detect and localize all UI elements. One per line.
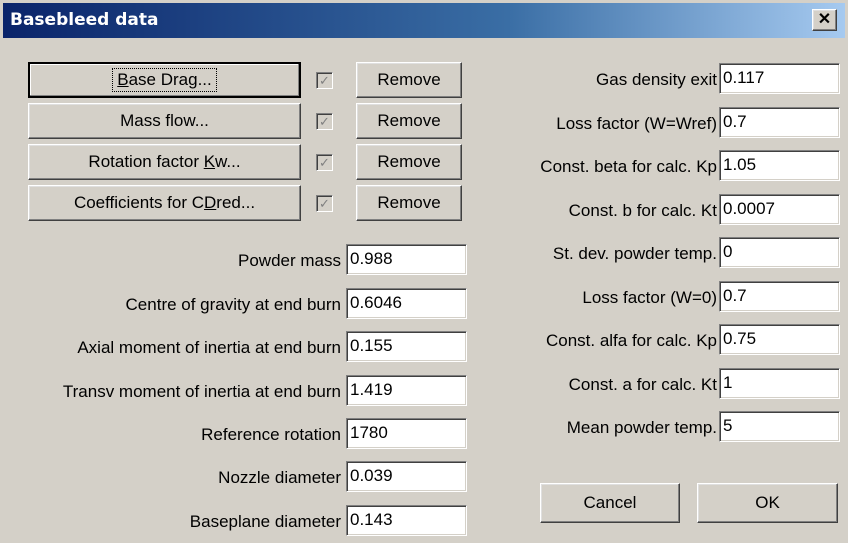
base-drag-button[interactable]: Base Drag... [28,62,301,98]
remove-coefficients-cdred-button[interactable]: Remove [356,185,462,221]
baseplane-diameter-field[interactable]: 0.143 [346,505,467,536]
powder-mass-field[interactable]: 0.988 [346,244,467,275]
mass-flow-button[interactable]: Mass flow... [28,103,301,139]
rotation-factor-checkbox[interactable]: ✓ [316,154,333,171]
cancel-button[interactable]: Cancel [540,483,680,523]
reference-rotation-label: Reference rotation [201,425,341,444]
const-alfa-kp-label: Const. alfa for calc. Kp [545,331,717,350]
mass-flow-label: Mass flow... [120,111,209,130]
loss-factor-wref-label: Loss factor (W=Wref) [556,114,717,133]
reference-rotation-field[interactable]: 1780 [346,418,467,449]
gas-density-exit-field[interactable]: 0.117 [719,63,840,94]
centre-of-gravity-label: Centre of gravity at end burn [125,295,341,314]
const-a-kt-field[interactable]: 1 [719,368,840,399]
mean-powder-temp-field[interactable]: 5 [719,411,840,442]
basebleed-dialog: Basebleed data ✕ Base Drag... Mass flow.… [0,0,848,543]
title-bar: Basebleed data ✕ [3,3,845,38]
base-drag-checkbox[interactable]: ✓ [316,72,333,89]
st-dev-powder-temp-field[interactable]: 0 [719,237,840,268]
loss-factor-wref-field[interactable]: 0.7 [719,107,840,138]
mass-flow-checkbox[interactable]: ✓ [316,113,333,130]
const-b-kt-field[interactable]: 0.0007 [719,194,840,225]
remove-mass-flow-button[interactable]: Remove [356,103,462,139]
nozzle-diameter-field[interactable]: 0.039 [346,461,467,492]
const-b-kt-label: Const. b for calc. Kt [568,201,717,220]
loss-factor-w0-label: Loss factor (W=0) [582,288,717,307]
ok-button[interactable]: OK [697,483,838,523]
coefficients-cdred-label: Coefficients for CDred... [73,193,256,212]
axial-moment-label: Axial moment of inertia at end burn [77,338,341,357]
const-beta-kp-field[interactable]: 1.05 [719,150,840,181]
powder-mass-label: Powder mass [238,251,341,270]
baseplane-diameter-label: Baseplane diameter [189,512,341,531]
window-title: Basebleed data [10,10,159,30]
const-a-kt-label: Const. a for calc. Kt [568,375,717,394]
transv-moment-label: Transv moment of inertia at end burn [62,382,341,401]
coefficients-cdred-button[interactable]: Coefficients for CDred... [28,185,301,221]
mean-powder-temp-label: Mean powder temp. [566,418,717,437]
loss-factor-w0-field[interactable]: 0.7 [719,281,840,312]
remove-base-drag-button[interactable]: Remove [356,62,462,98]
nozzle-diameter-label: Nozzle diameter [218,468,341,487]
st-dev-powder-temp-label: St. dev. powder temp. [552,244,717,263]
base-drag-label: Base Drag... [112,68,217,92]
rotation-factor-label: Rotation factor Kw... [88,152,241,171]
centre-of-gravity-field[interactable]: 0.6046 [346,288,467,319]
rotation-factor-button[interactable]: Rotation factor Kw... [28,144,301,180]
const-alfa-kp-field[interactable]: 0.75 [719,324,840,355]
const-beta-kp-label: Const. beta for calc. Kp [540,157,717,176]
close-icon[interactable]: ✕ [812,9,837,31]
coefficients-cdred-checkbox[interactable]: ✓ [316,195,333,212]
remove-rotation-factor-button[interactable]: Remove [356,144,462,180]
transv-moment-field[interactable]: 1.419 [346,375,467,406]
axial-moment-field[interactable]: 0.155 [346,331,467,362]
gas-density-exit-label: Gas density exit [596,70,717,89]
